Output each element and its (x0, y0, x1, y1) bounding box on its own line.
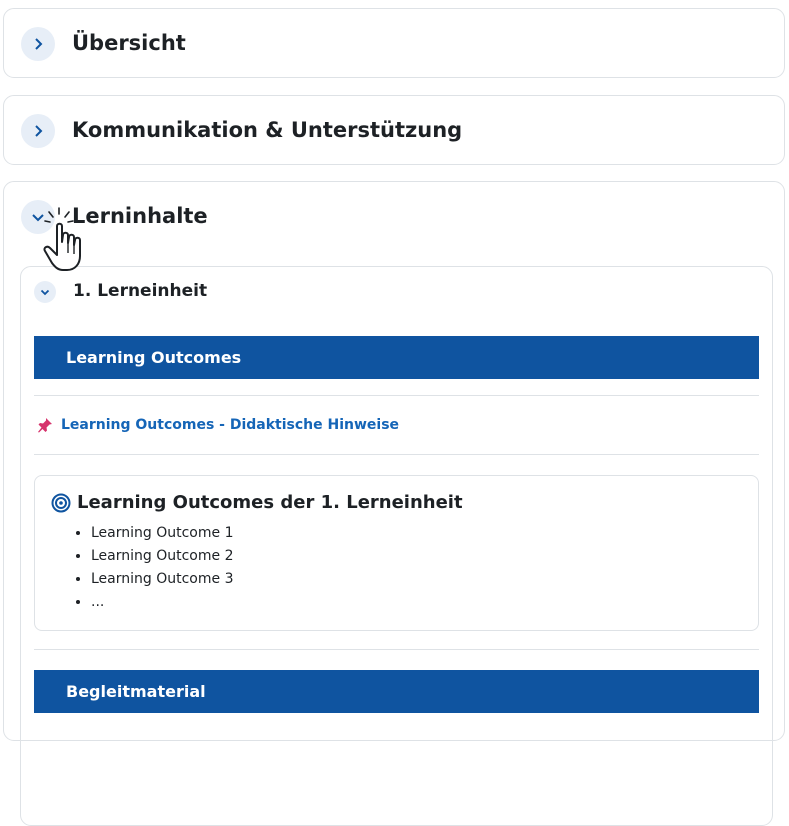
learning-outcomes-band: Learning Outcomes (34, 336, 759, 379)
target-icon (51, 493, 71, 512)
chevron-right-icon (35, 125, 43, 137)
chevron-down-icon (40, 289, 50, 296)
divider (34, 454, 759, 455)
section-content-title[interactable]: Lerninhalte (72, 204, 208, 228)
learning-outcomes-box: Learning Outcomes der 1. Lerneinheit Lea… (34, 475, 759, 631)
unit-1-toggle[interactable] (34, 281, 56, 303)
section-communication-title[interactable]: Kommunikation & Unterstützung (72, 118, 462, 142)
section-overview-title[interactable]: Übersicht (72, 31, 186, 55)
section-communication: Kommunikation & Unterstützung (3, 95, 785, 165)
pin-icon (38, 418, 52, 433)
list-item: Learning Outcome 2 (91, 545, 233, 568)
list-item: Learning Outcome 1 (91, 522, 233, 545)
learning-outcomes-heading-text: Learning Outcomes der 1. Lerneinheit (77, 492, 463, 513)
section-content: Lerninhalte 1. Lerneinheit Learning Outc… (3, 181, 785, 826)
resource-didaktische-hinweise[interactable]: Learning Outcomes - Didaktische Hinweise (37, 417, 399, 433)
list-item: Learning Outcome 3 (91, 568, 233, 591)
unit-1: 1. Lerneinheit Learning Outcomes Learnin… (20, 266, 773, 826)
learning-outcomes-heading: Learning Outcomes der 1. Lerneinheit (51, 492, 463, 513)
section-overview-toggle[interactable] (21, 27, 55, 61)
unit-1-title[interactable]: 1. Lerneinheit (73, 281, 207, 301)
list-item: ... (91, 591, 233, 614)
material-band: Begleitmaterial (34, 670, 759, 713)
section-communication-toggle[interactable] (21, 114, 55, 148)
hand-pointer-cursor-icon (43, 207, 81, 271)
learning-outcomes-list: Learning Outcome 1 Learning Outcome 2 Le… (73, 522, 233, 614)
resource-link-label[interactable]: Learning Outcomes - Didaktische Hinweise (61, 417, 399, 433)
chevron-right-icon (35, 38, 43, 50)
section-overview: Übersicht (3, 8, 785, 78)
divider (34, 649, 759, 650)
divider (34, 395, 759, 396)
